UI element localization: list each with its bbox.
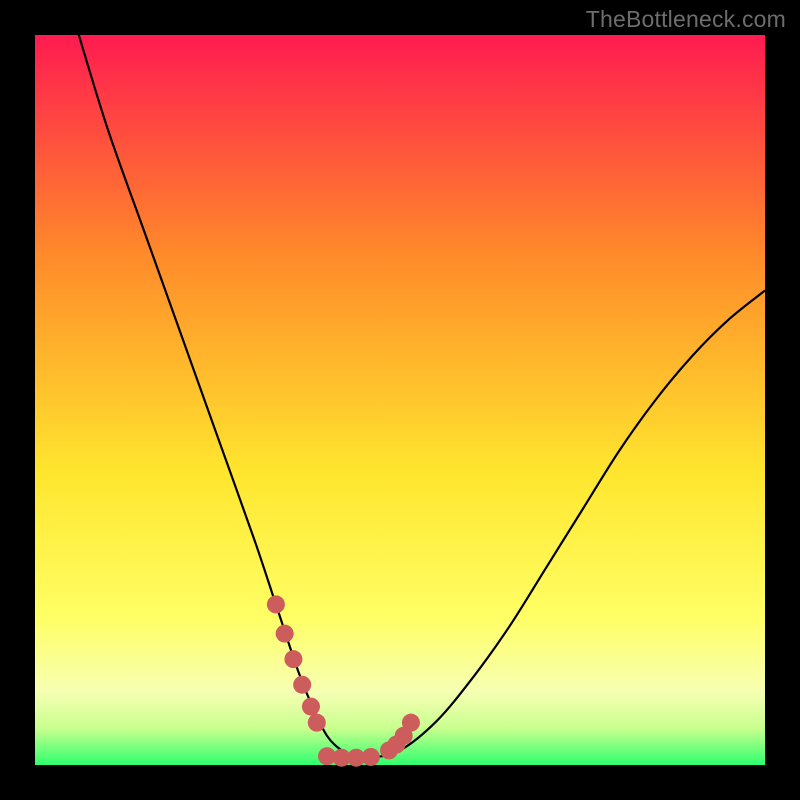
marker-dot [362, 748, 380, 766]
marker-dot [267, 595, 285, 613]
marker-dot [276, 625, 294, 643]
marker-dot [402, 714, 420, 732]
chart-plot [0, 0, 800, 800]
marker-dot [293, 676, 311, 694]
marker-dot [308, 714, 326, 732]
chart-stage: TheBottleneck.com [0, 0, 800, 800]
marker-dot [302, 698, 320, 716]
watermark-text: TheBottleneck.com [586, 6, 786, 33]
marker-dot [284, 650, 302, 668]
